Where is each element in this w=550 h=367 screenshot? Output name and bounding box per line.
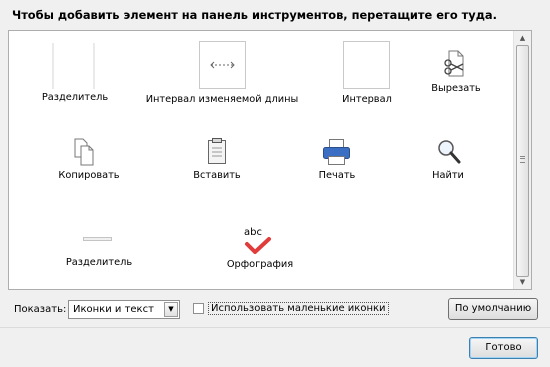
done-button[interactable]: Готово bbox=[469, 337, 538, 359]
scroll-up-arrow-icon[interactable]: ▲ bbox=[514, 31, 531, 45]
palette-item-paste[interactable]: Вставить bbox=[177, 137, 257, 187]
horizontal-separator-icon bbox=[83, 237, 112, 241]
palette-scrollbar[interactable]: ▲ ▼ bbox=[513, 31, 531, 289]
palette-item-flexible-space[interactable]: Интервал изменяемой длины bbox=[142, 41, 302, 111]
spellcheck-icon: abc bbox=[215, 227, 305, 255]
palette-item-label: Печать bbox=[318, 170, 356, 181]
space-icon bbox=[343, 41, 390, 89]
palette-item-label: Копировать bbox=[58, 170, 120, 181]
palette-item-spellcheck[interactable]: abc Орфография bbox=[215, 227, 305, 277]
palette-item-label: Разделитель bbox=[65, 257, 133, 268]
scissors-icon bbox=[444, 50, 464, 77]
palette-item-separator[interactable]: Разделитель bbox=[37, 41, 113, 111]
scroll-down-arrow-icon[interactable]: ▼ bbox=[514, 275, 531, 289]
palette-item-label: Интервал bbox=[342, 94, 392, 105]
chevron-down-icon[interactable]: ▼ bbox=[164, 302, 178, 317]
scrollbar-thumb[interactable] bbox=[516, 45, 529, 277]
show-mode-value: Иконки и текст bbox=[73, 304, 154, 315]
footer-divider bbox=[0, 327, 550, 328]
dialog-title: Чтобы добавить элемент на панель инструм… bbox=[12, 8, 497, 22]
palette-item-label: Вырезать bbox=[431, 83, 481, 94]
separator-icon bbox=[52, 43, 95, 89]
small-icons-label[interactable]: Использовать маленькие иконки bbox=[208, 302, 389, 315]
palette-item-label: Разделитель bbox=[41, 92, 109, 103]
show-mode-select[interactable]: Иконки и текст ▼ bbox=[68, 300, 180, 319]
palette-item-label: Интервал изменяемой длины bbox=[145, 94, 299, 105]
flexible-space-icon bbox=[199, 41, 246, 89]
palette-item-label: Орфография bbox=[226, 259, 294, 270]
palette-item-separator-horizontal[interactable]: Разделитель bbox=[61, 233, 137, 275]
small-icons-checkbox[interactable] bbox=[193, 303, 204, 314]
toolbar-items-palette: Разделитель Интервал изменяемой длины Ин… bbox=[8, 30, 532, 290]
copy-icon bbox=[74, 138, 94, 166]
restore-default-button[interactable]: По умолчанию bbox=[448, 298, 538, 320]
palette-item-space[interactable]: Интервал bbox=[327, 41, 407, 111]
palette-item-label: Вставить bbox=[193, 170, 241, 181]
palette-item-print[interactable]: Печать bbox=[297, 137, 377, 187]
palette-item-find[interactable]: Найти bbox=[408, 137, 488, 187]
palette-item-cut[interactable]: Вырезать bbox=[421, 49, 491, 109]
palette-item-copy[interactable]: Копировать bbox=[49, 137, 129, 187]
scrollbar-grip-icon bbox=[520, 156, 525, 163]
show-label: Показать: bbox=[14, 304, 67, 315]
clipboard-icon bbox=[208, 138, 226, 164]
printer-icon bbox=[323, 139, 350, 165]
magnifier-icon bbox=[438, 140, 461, 164]
palette-item-label: Найти bbox=[432, 170, 464, 181]
